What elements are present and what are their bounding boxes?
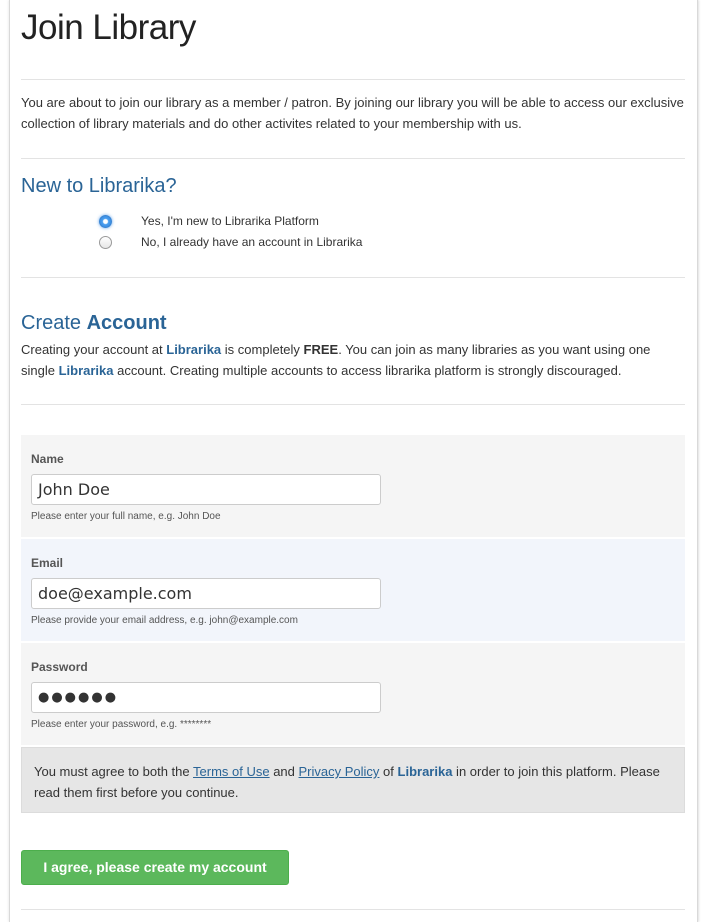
heading-bold: Account <box>86 312 167 334</box>
name-help-text: Please enter your full name, e.g. John D… <box>31 511 221 522</box>
name-field-group: Name John Doe Please enter your full nam… <box>21 435 685 537</box>
brand-name: Librarika <box>397 764 453 779</box>
terms-of-use-link[interactable]: Terms of Use <box>193 764 270 779</box>
password-help-text: Please enter your password, e.g. *******… <box>31 719 212 730</box>
heading-prefix: Create <box>21 312 87 334</box>
password-label: Password <box>31 660 88 674</box>
email-field-group: Email doe@example.com Please provide you… <box>21 539 685 641</box>
create-account-heading: Create Account <box>21 312 167 335</box>
brand-name: Librarika <box>166 342 222 357</box>
create-account-button[interactable]: I agree, please create my account <box>21 850 289 885</box>
radio-option-existing[interactable]: No, I already have an account in Librari… <box>99 232 362 252</box>
divider <box>21 158 685 159</box>
agreement-notice: You must agree to both the Terms of Use … <box>21 747 685 813</box>
email-label: Email <box>31 556 64 570</box>
name-input[interactable]: John Doe <box>31 474 381 505</box>
radio-label-new: Yes, I'm new to Librarika Platform <box>141 214 319 228</box>
radio-option-new[interactable]: Yes, I'm new to Librarika Platform <box>99 211 319 231</box>
brand-name: Librarika <box>58 363 114 378</box>
divider <box>21 404 685 405</box>
email-input[interactable]: doe@example.com <box>31 578 381 609</box>
free-label: FREE <box>303 342 339 357</box>
privacy-policy-link[interactable]: Privacy Policy <box>299 764 380 779</box>
agreement-text: and <box>269 764 299 779</box>
divider <box>21 79 685 80</box>
desc-text: account. Creating multiple accounts to a… <box>113 363 622 378</box>
agreement-text: You must agree to both the <box>34 764 194 779</box>
radio-button-existing[interactable] <box>99 235 112 249</box>
password-input[interactable]: ●●●●●● <box>31 682 381 713</box>
divider <box>21 909 685 910</box>
agreement-text: of <box>379 764 398 779</box>
name-label: Name <box>31 452 64 466</box>
radio-button-new[interactable] <box>99 214 112 228</box>
new-user-heading: New to Librarika? <box>21 175 177 197</box>
page-container: Join Library You are about to join our l… <box>9 0 698 922</box>
desc-text: is completely <box>221 342 304 357</box>
page-title: Join Library <box>21 8 196 47</box>
radio-label-existing: No, I already have an account in Librari… <box>141 235 363 249</box>
create-account-description: Creating your account at Librarika is co… <box>21 339 685 381</box>
email-help-text: Please provide your email address, e.g. … <box>31 615 298 626</box>
password-field-group: Password ●●●●●● Please enter your passwo… <box>21 643 685 745</box>
divider <box>21 277 685 278</box>
intro-text: You are about to join our library as a m… <box>21 95 684 131</box>
desc-text: Creating your account at <box>21 342 167 357</box>
